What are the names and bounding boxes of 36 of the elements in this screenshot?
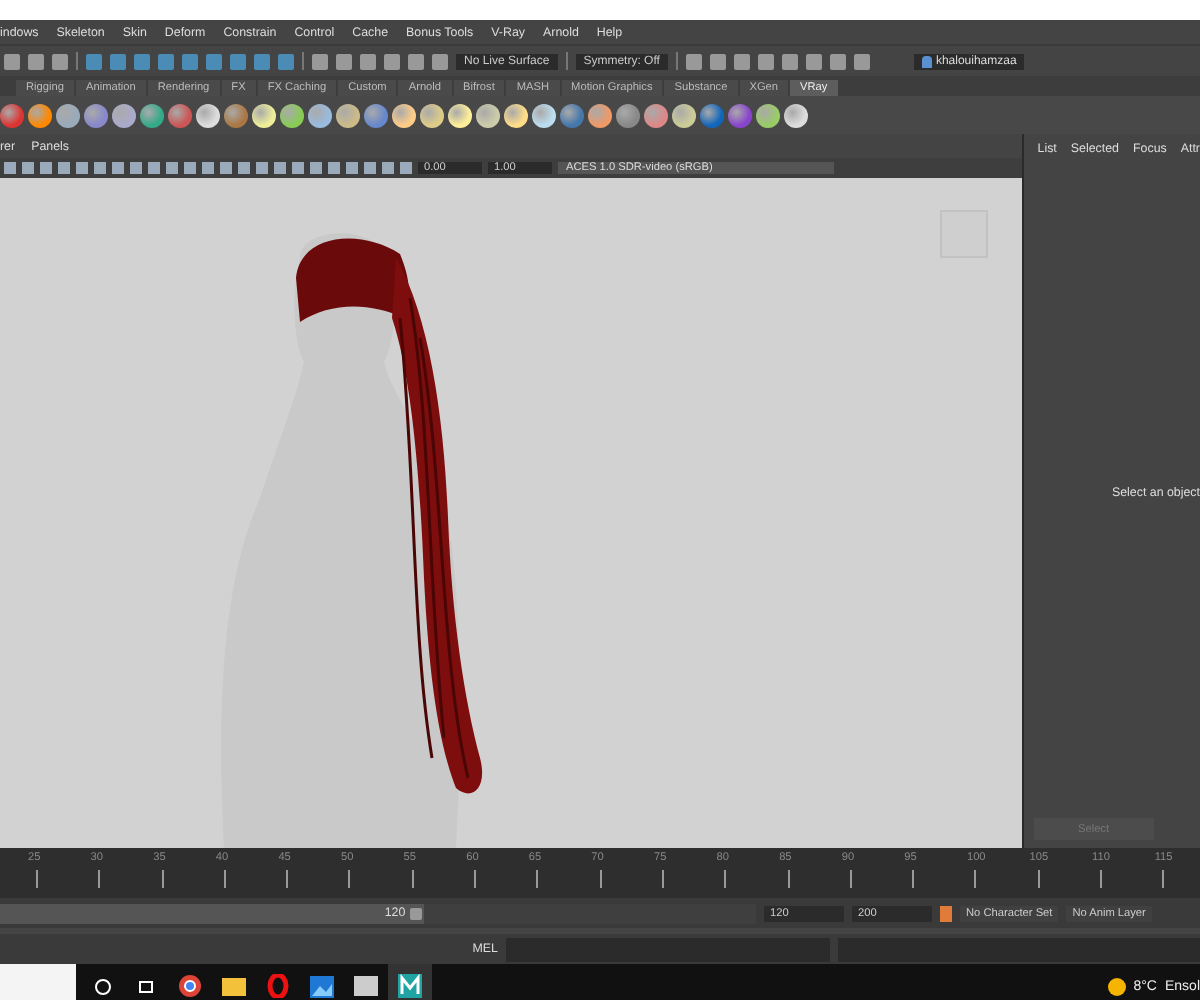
shelf-tool-icon[interactable] [252, 103, 276, 127]
result-field[interactable] [838, 937, 1200, 961]
person-icon [921, 55, 932, 67]
shelf-tool-icon[interactable] [476, 103, 500, 127]
shelf-tool-icon[interactable] [84, 103, 108, 127]
shelf-tool-icon[interactable] [364, 103, 388, 127]
shelf-tool-icon[interactable] [616, 103, 640, 127]
shelf-tool-icon[interactable] [728, 103, 752, 127]
command-field[interactable] [506, 937, 830, 961]
search-field[interactable] [0, 964, 76, 1000]
shelf-tool-icon[interactable] [280, 103, 304, 127]
shelf-tool-icon[interactable] [224, 103, 248, 127]
shelf-tool-icon[interactable] [504, 103, 528, 127]
shelf-tool-icon[interactable] [336, 103, 360, 127]
shelf-tool-icon[interactable] [532, 103, 556, 127]
app-icon[interactable] [388, 964, 432, 1000]
shelf-tool-icon[interactable] [448, 103, 472, 127]
shelf-tool-icon[interactable] [392, 103, 416, 127]
shelf-tool-icon[interactable] [784, 103, 808, 127]
shelf-tool-icon[interactable] [0, 103, 24, 127]
shelf-tool-icon[interactable] [644, 103, 668, 127]
shelf-tool-icon[interactable] [196, 103, 220, 127]
shelf-tool-icon[interactable] [420, 103, 444, 127]
shelf-tool-icon[interactable] [756, 103, 780, 127]
shelf-tool-icon[interactable] [28, 103, 52, 127]
shelf-tool-icon[interactable] [560, 103, 584, 127]
shelf-tool-icon[interactable] [168, 103, 192, 127]
shelf-tool-icon[interactable] [112, 103, 136, 127]
sun-icon [1107, 977, 1126, 995]
key-icon[interactable] [940, 905, 952, 921]
shelf-tool-icon[interactable] [140, 103, 164, 127]
shelf-tool-icon[interactable] [308, 103, 332, 127]
shelf-tool-icon[interactable] [56, 103, 80, 127]
shelf-tool-icon[interactable] [672, 103, 696, 127]
shelf-tool-icon[interactable] [588, 103, 612, 127]
shelf-tool-icon[interactable] [700, 103, 724, 127]
